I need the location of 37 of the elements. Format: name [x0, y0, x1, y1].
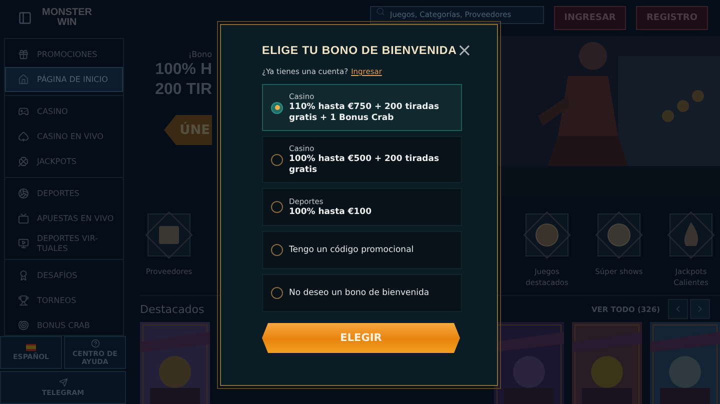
menu-icon — [18, 213, 29, 224]
radio-button[interactable] — [271, 287, 283, 299]
hero-headline: 200 TIR — [155, 81, 212, 99]
menu-icon — [18, 131, 29, 142]
menu-icon — [18, 156, 29, 167]
sidebar-toggle-icon[interactable] — [18, 11, 32, 25]
logo[interactable]: MONSTER WIN — [42, 8, 92, 28]
section-title: Destacados — [140, 302, 204, 316]
send-icon — [58, 378, 68, 387]
bonus-option[interactable]: No deseo un bono de bienvenida — [262, 274, 462, 312]
choose-button[interactable]: ELEGIR — [262, 323, 460, 353]
search-icon — [376, 7, 385, 16]
menu-icon — [18, 320, 29, 331]
radio-button[interactable] — [271, 154, 283, 166]
hero-kicker: ¡Bono — [188, 50, 212, 59]
sidebar-item[interactable]: PÁGINA DE INICIO — [5, 67, 123, 92]
menu-icon — [18, 74, 29, 85]
close-button[interactable]: × — [456, 43, 472, 59]
help-icon — [90, 339, 100, 348]
radio-button[interactable] — [271, 244, 283, 256]
menu-icon — [18, 106, 29, 117]
option-text: 110% hasta €750 + 200 tiradas gratis + 1 Bonus Crab — [289, 102, 440, 124]
dialog-title: ELIGE TU BONO DE BIENVENIDA — [262, 45, 457, 57]
menu-icon — [18, 295, 29, 306]
option-text: 100% hasta €500 + 200 tiradas gratis — [289, 154, 440, 176]
menu-icon — [18, 188, 29, 199]
menu-icon — [18, 270, 29, 281]
hero-headline: 100% H — [155, 61, 212, 79]
option-text: Tengo un código promocional — [289, 245, 414, 255]
radio-button[interactable] — [271, 201, 283, 213]
bonus-option[interactable]: Tengo un código promocional — [262, 231, 462, 269]
radio-button[interactable] — [271, 102, 283, 114]
menu-icon — [18, 49, 29, 60]
flag-icon — [26, 344, 36, 351]
option-text: 100% hasta €100 — [289, 206, 372, 218]
menu-icon — [18, 238, 29, 249]
option-text: No deseo un bono de bienvenida — [289, 288, 430, 298]
